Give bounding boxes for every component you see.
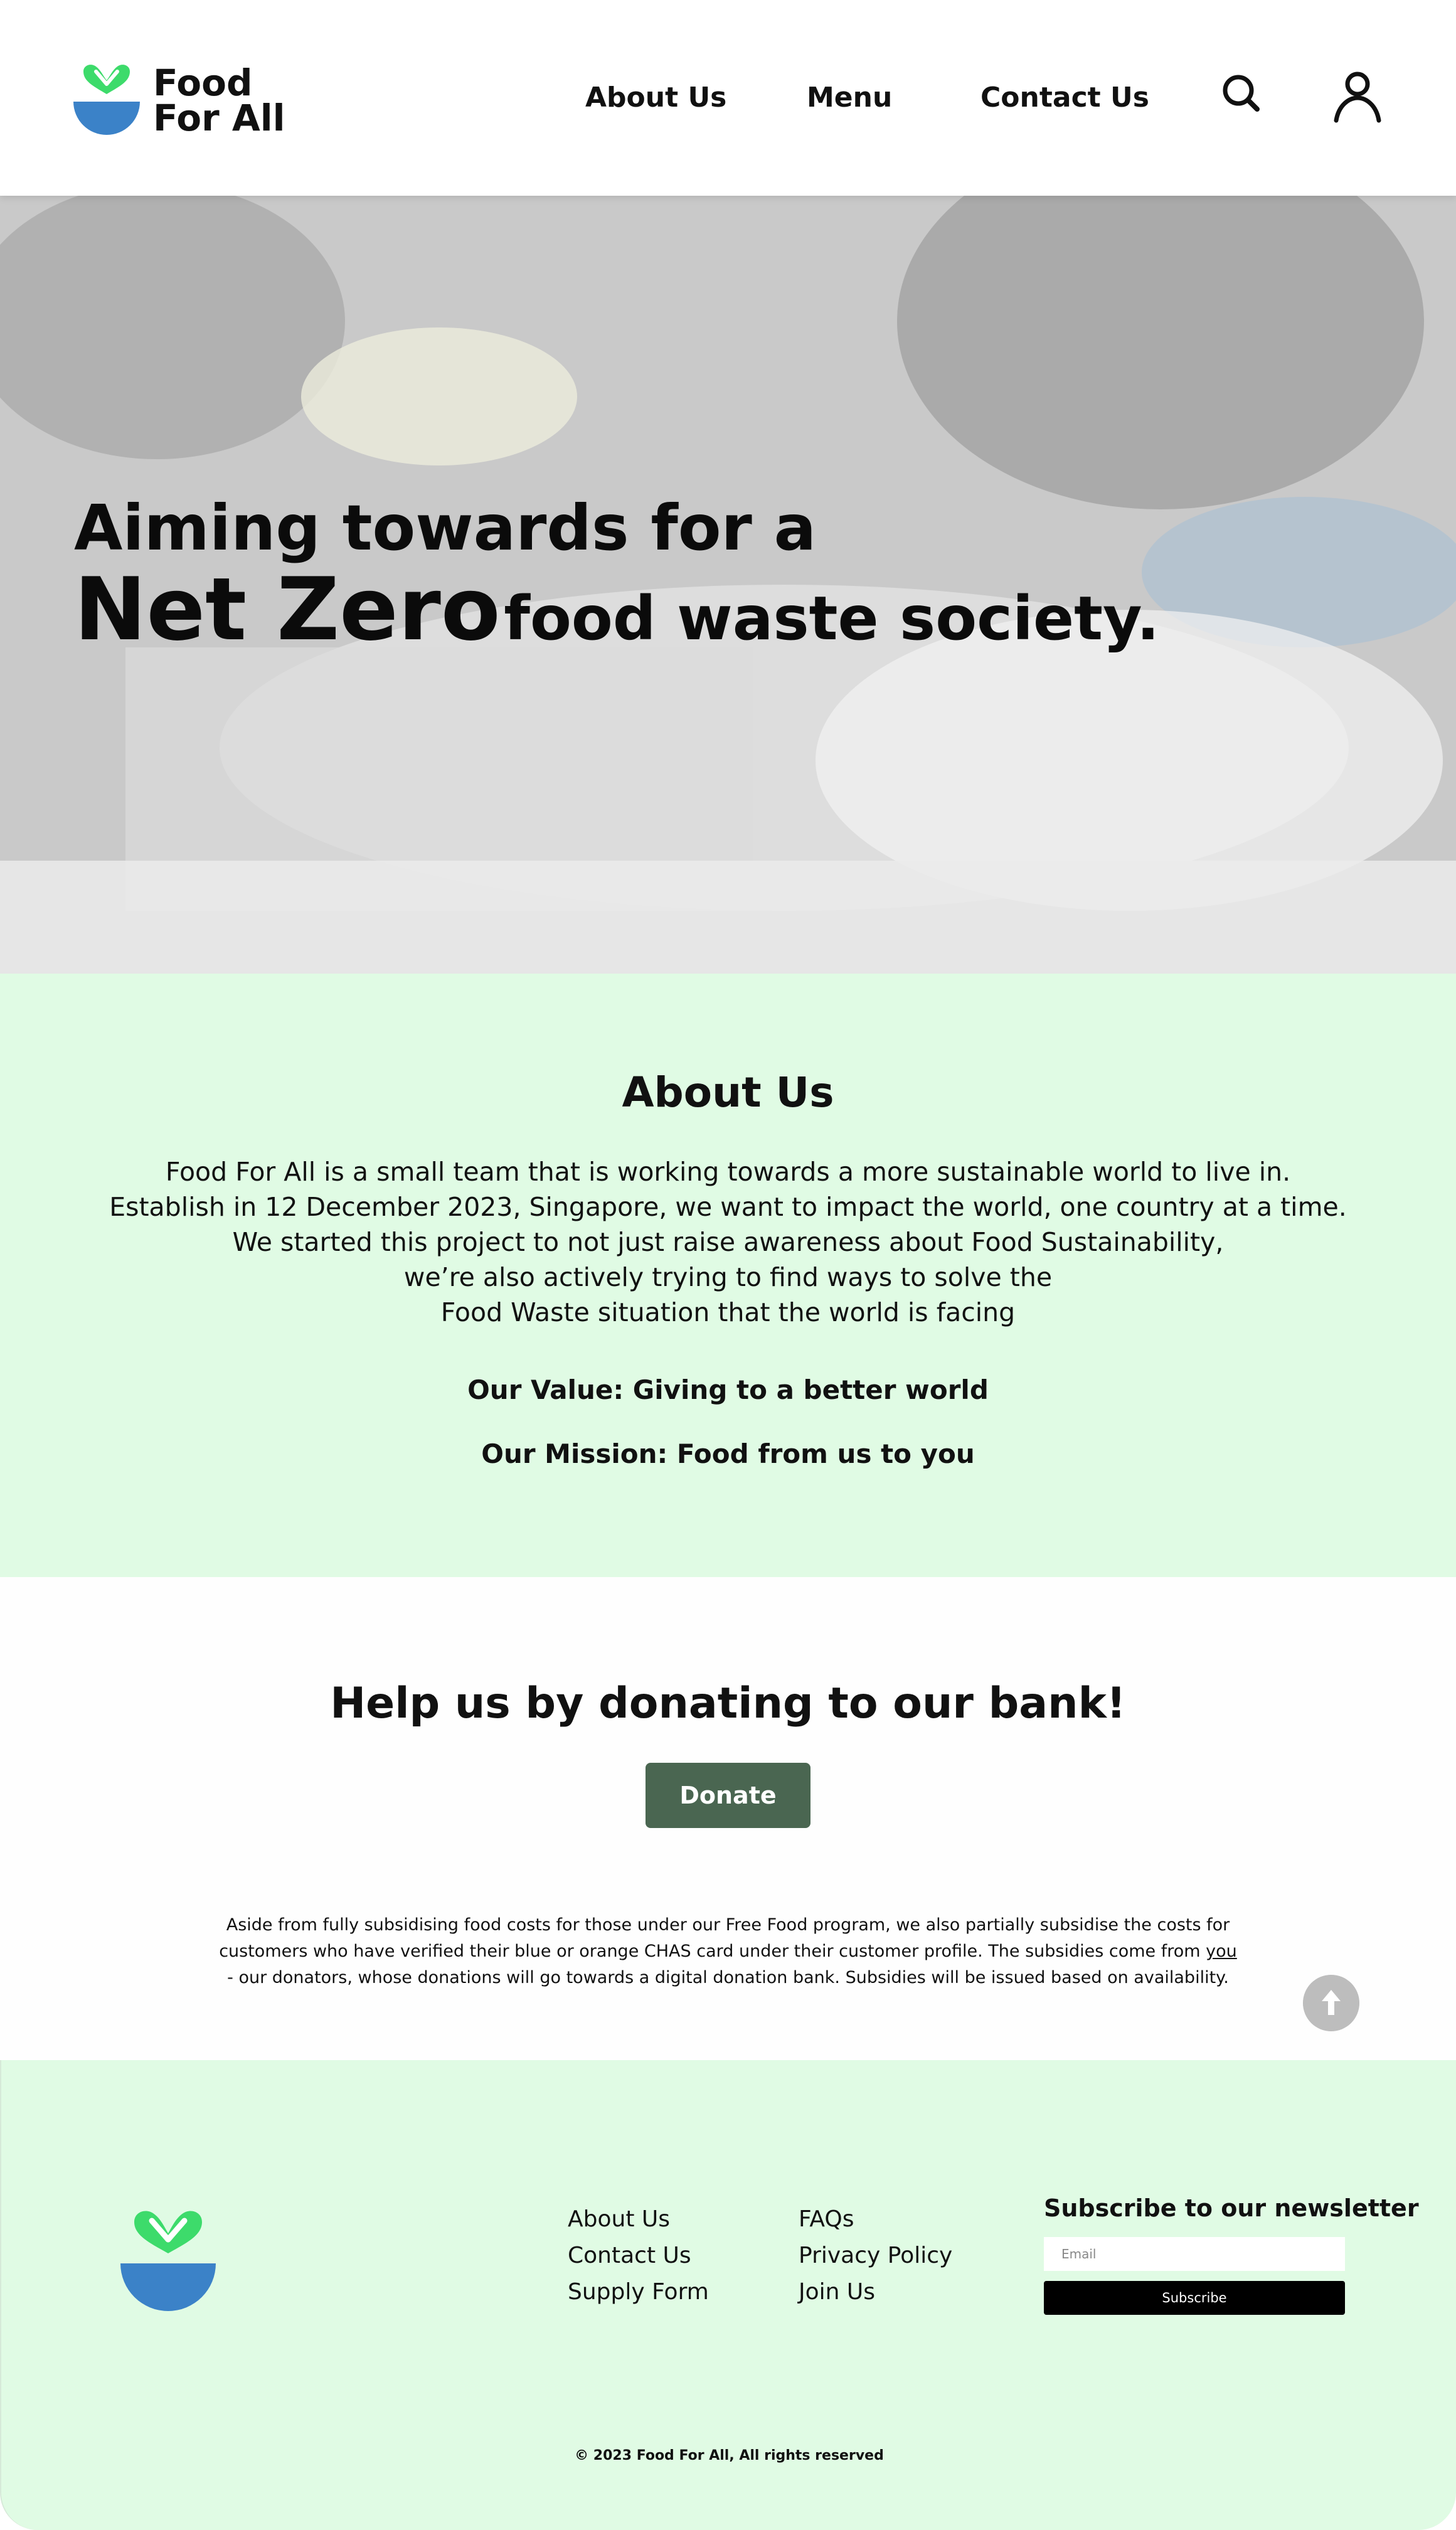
fineprint-line-1: Aside from fully subsidising food costs …: [226, 1915, 1230, 1935]
footer-link-privacy-policy[interactable]: Privacy Policy: [799, 2241, 952, 2271]
footer-link-supply-form[interactable]: Supply Form: [568, 2277, 709, 2307]
about-line: We started this project to not just rais…: [232, 1227, 1224, 1257]
hero-heading-line-1: Aiming towards for a: [74, 491, 817, 565]
you-link[interactable]: you: [1206, 1942, 1237, 1961]
donate-fineprint: Aside from fully subsidising food costs …: [0, 1912, 1456, 1991]
about-title: About Us: [622, 1068, 834, 1117]
about-line: Food For All is a small team that is wor…: [165, 1157, 1291, 1187]
nav-about-us[interactable]: About Us: [585, 79, 726, 117]
about-line: Establish in 12 December 2023, Singapore…: [109, 1192, 1347, 1222]
our-mission: Our Mission: Food from us to you: [481, 1438, 975, 1469]
fineprint-line-3: - our donators, whose donations will go …: [227, 1968, 1229, 1987]
footer-link-faqs[interactable]: FAQs: [799, 2204, 854, 2235]
scroll-to-top-button[interactable]: [1303, 1975, 1359, 2031]
copyright-notice: © 2023 Food For All, All rights reserved: [575, 2448, 884, 2464]
about-line: Food Waste situation that the world is f…: [440, 1297, 1016, 1327]
brand-line-2: For All: [153, 97, 285, 139]
about-line: we’re also actively trying to find ways …: [403, 1262, 1053, 1292]
about-paragraph: Food For All is a small team that is wor…: [0, 1154, 1456, 1330]
hero-heading-rest: food waste society.: [504, 583, 1160, 654]
search-icon[interactable]: [1221, 70, 1262, 118]
newsletter-email-input[interactable]: [1044, 2237, 1345, 2271]
food-for-all-logo[interactable]: [72, 63, 141, 137]
brand-name[interactable]: Food For All: [153, 65, 285, 136]
donate-title: Help us by donating to our bank!: [330, 1679, 1126, 1728]
newsletter-title: Subscribe to our newsletter: [1044, 2194, 1419, 2222]
site-footer: About Us Contact Us Supply Form FAQs Pri…: [0, 2060, 1456, 2530]
our-value: Our Value: Giving to a better world: [467, 1374, 989, 1405]
nav-menu[interactable]: Menu: [807, 79, 892, 117]
hero-emphasis: Net Zero: [74, 559, 501, 660]
fineprint-line-2: customers who have verified their blue o…: [0, 1938, 1456, 1965]
hero-heading-line-2: Net Zero food waste society.: [74, 560, 1159, 686]
donate-section: Help us by donating to our bank! Donate …: [0, 1577, 1456, 2060]
site-header: Food For All About Us Menu Contact Us: [0, 0, 1456, 196]
footer-link-join-us[interactable]: Join Us: [799, 2277, 875, 2307]
about-section: About Us Food For All is a small team th…: [0, 974, 1456, 1577]
hero-banner: Aiming towards for a Net Zero food waste…: [0, 196, 1456, 974]
brand-line-1: Food: [153, 61, 253, 104]
footer-logo[interactable]: [119, 2208, 217, 2314]
fineprint-line-2-text: customers who have verified their blue o…: [219, 1942, 1206, 1961]
subscribe-button[interactable]: Subscribe: [1044, 2281, 1345, 2315]
nav-contact-us[interactable]: Contact Us: [980, 79, 1149, 117]
donate-button[interactable]: Donate: [646, 1763, 810, 1828]
footer-link-about-us[interactable]: About Us: [568, 2204, 670, 2235]
user-icon[interactable]: [1332, 70, 1383, 123]
footer-link-contact-us[interactable]: Contact Us: [568, 2241, 691, 2271]
